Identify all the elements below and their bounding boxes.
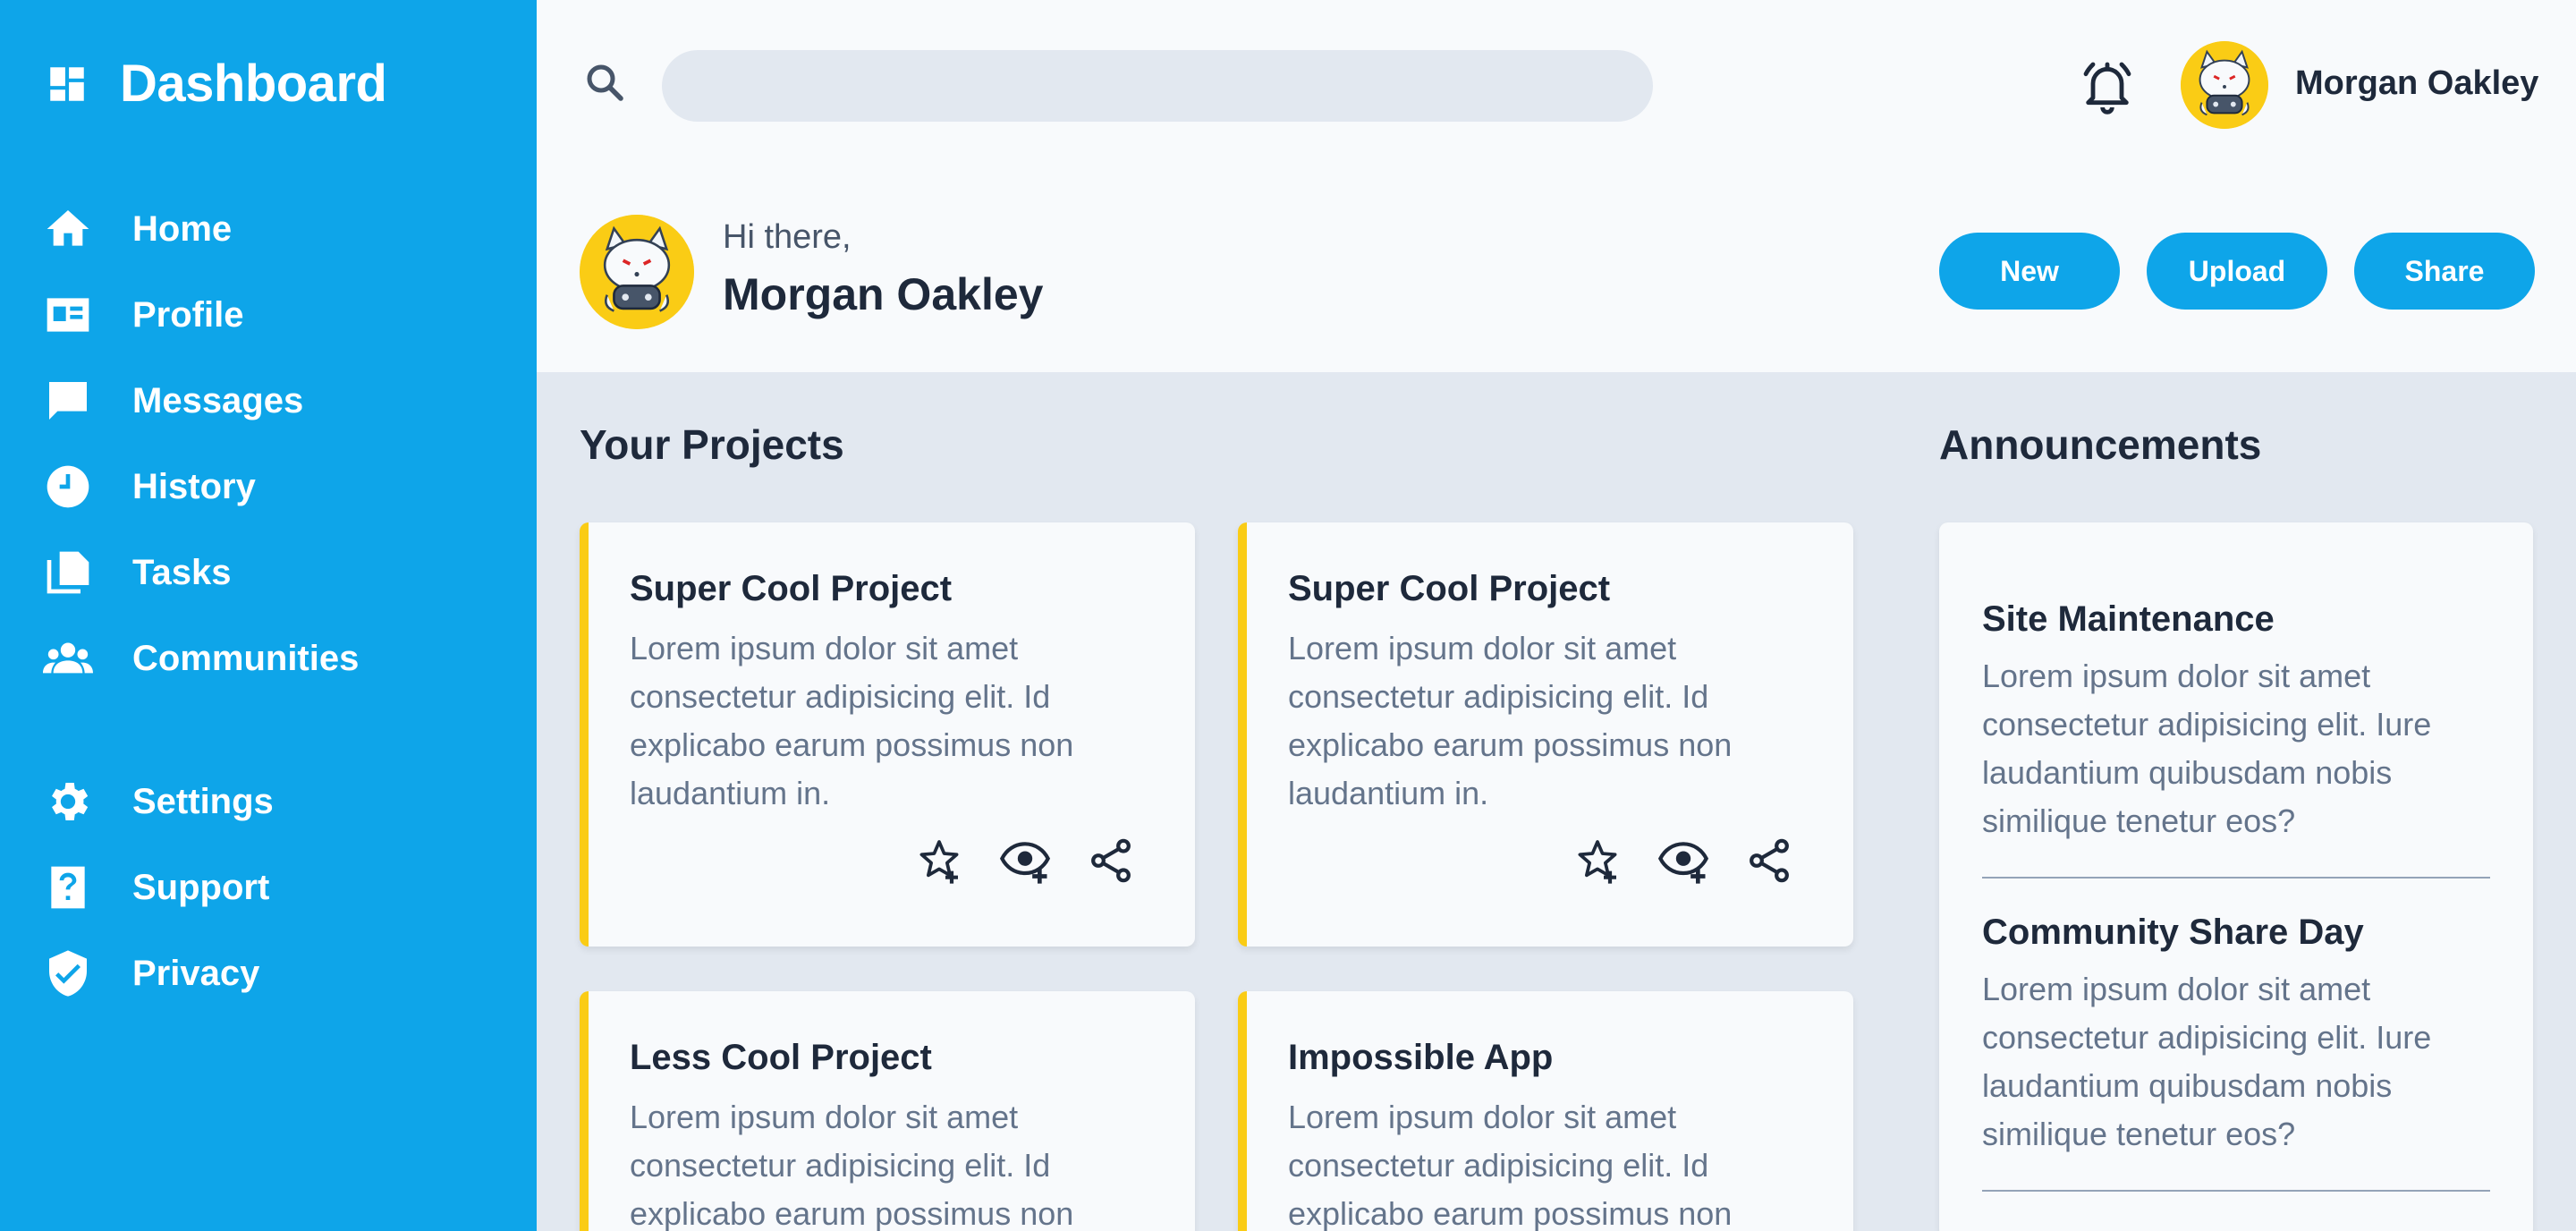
- shield-icon: [41, 947, 95, 1000]
- home-icon: [41, 202, 95, 256]
- avatar: [580, 215, 694, 329]
- announcement-item[interactable]: Community Share Day Lorem ipsum dolor si…: [1982, 913, 2490, 1192]
- announcement-item[interactable]: Site Maintenance Lorem ipsum dolor sit a…: [1982, 599, 2490, 879]
- sidebar-item-label: Home: [132, 208, 233, 249]
- dashboard-icon: [50, 66, 84, 101]
- share-icon[interactable]: [1744, 836, 1794, 886]
- project-title: Super Cool Project: [1288, 569, 1611, 608]
- watch-add-icon[interactable]: [1000, 836, 1050, 886]
- sidebar-item-profile[interactable]: Profile: [41, 288, 243, 342]
- project-card[interactable]: Impossible App Lorem ipsum dolor sit ame…: [1238, 991, 1853, 1231]
- sidebar-item-support[interactable]: Support: [41, 861, 269, 914]
- share-icon[interactable]: [1086, 836, 1136, 886]
- group-icon: [41, 632, 95, 685]
- greeting-name: Morgan Oakley: [723, 269, 1044, 319]
- sidebar-item-label: Profile: [132, 294, 244, 335]
- sidebar-item-label: Support: [132, 867, 270, 907]
- announcement-body: Lorem ipsum dolor sit amet consectetur a…: [1982, 658, 2432, 839]
- sidebar: Dashboard Home Profile Messages History …: [0, 0, 537, 1231]
- projects-title: Your Projects: [580, 421, 844, 468]
- question-icon: [41, 861, 95, 914]
- search-icon[interactable]: [583, 61, 626, 104]
- sidebar-item-history[interactable]: History: [41, 460, 256, 514]
- brand-title: Dashboard: [120, 55, 387, 113]
- new-button[interactable]: New: [1939, 233, 2120, 310]
- search-input[interactable]: [662, 50, 1653, 122]
- sidebar-item-messages[interactable]: Messages: [41, 374, 303, 428]
- bell-icon[interactable]: [2079, 57, 2136, 115]
- documents-icon: [41, 546, 95, 599]
- share-button[interactable]: Share: [2354, 233, 2535, 310]
- project-actions: [878, 836, 1136, 886]
- project-title: Super Cool Project: [630, 569, 953, 608]
- sidebar-item-communities[interactable]: Communities: [41, 632, 359, 685]
- announcement-title: Site Maintenance: [1982, 599, 2275, 639]
- sidebar-item-privacy[interactable]: Privacy: [41, 947, 259, 1000]
- profile-card-icon: [41, 288, 95, 342]
- upload-button[interactable]: Upload: [2147, 233, 2327, 310]
- clock-icon: [41, 460, 95, 514]
- greeting-text: Hi there,: [723, 218, 852, 256]
- sidebar-item-label: Messages: [132, 380, 304, 420]
- announcement-body: Lorem ipsum dolor sit amet consectetur a…: [1982, 971, 2432, 1152]
- star-add-icon[interactable]: [1572, 836, 1623, 886]
- message-icon: [41, 374, 95, 428]
- star-add-icon[interactable]: [914, 836, 964, 886]
- project-description: Lorem ipsum dolor sit amet consectetur a…: [630, 630, 1074, 811]
- brand[interactable]: Dashboard: [45, 54, 387, 114]
- watch-add-icon[interactable]: [1658, 836, 1708, 886]
- sidebar-item-settings[interactable]: Settings: [41, 775, 274, 828]
- sidebar-item-tasks[interactable]: Tasks: [41, 546, 231, 599]
- project-actions: [1537, 836, 1794, 886]
- project-description: Lorem ipsum dolor sit amet consectetur a…: [1288, 1099, 1733, 1231]
- project-description: Lorem ipsum dolor sit amet consectetur a…: [1288, 630, 1733, 811]
- sidebar-item-label: Tasks: [132, 552, 232, 592]
- sidebar-item-label: History: [132, 466, 256, 506]
- sidebar-item-home[interactable]: Home: [41, 202, 232, 256]
- gear-icon: [41, 775, 95, 828]
- sidebar-item-label: Privacy: [132, 953, 260, 993]
- project-title: Less Cool Project: [630, 1038, 932, 1077]
- project-description: Lorem ipsum dolor sit amet consectetur a…: [630, 1099, 1074, 1231]
- project-card[interactable]: Super Cool Project Lorem ipsum dolor sit…: [1238, 522, 1853, 947]
- avatar[interactable]: [2181, 41, 2268, 129]
- user-name[interactable]: Morgan Oakley: [2295, 64, 2538, 103]
- announcement-title: Community Share Day: [1982, 913, 2364, 952]
- sidebar-item-label: Communities: [132, 638, 360, 678]
- project-card[interactable]: Less Cool Project Lorem ipsum dolor sit …: [580, 991, 1195, 1231]
- announcements-title: Announcements: [1939, 421, 2262, 468]
- sidebar-item-label: Settings: [132, 781, 274, 821]
- project-title: Impossible App: [1288, 1038, 1554, 1077]
- announcements-panel: Site Maintenance Lorem ipsum dolor sit a…: [1939, 522, 2533, 1231]
- project-card[interactable]: Super Cool Project Lorem ipsum dolor sit…: [580, 522, 1195, 947]
